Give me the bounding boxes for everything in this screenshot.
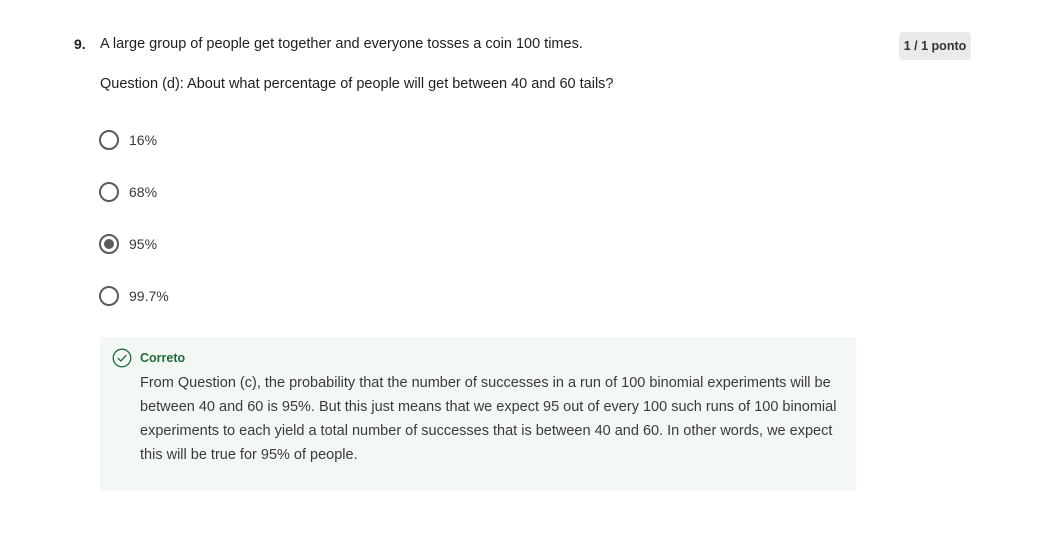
option-99-7[interactable]: 99.7% xyxy=(99,285,169,307)
radio-dot xyxy=(104,239,114,249)
radio-button[interactable] xyxy=(99,130,119,150)
answer-options: 16% 68% 95% 99.7% xyxy=(99,129,169,337)
score-badge: 1 / 1 ponto xyxy=(899,32,971,60)
feedback-panel: Correto From Question (c), the probabili… xyxy=(100,337,856,491)
option-label: 95% xyxy=(129,236,158,252)
feedback-explanation: From Question (c), the probability that … xyxy=(140,375,837,463)
radio-button[interactable] xyxy=(99,182,119,202)
check-circle-icon xyxy=(112,348,132,368)
feedback-status: Correto xyxy=(140,351,186,365)
option-label: 68% xyxy=(129,184,158,200)
option-95[interactable]: 95% xyxy=(99,233,169,255)
option-label: 16% xyxy=(129,132,158,148)
radio-button[interactable] xyxy=(99,234,119,254)
question-subquestion: Question (d): About what percentage of p… xyxy=(100,76,614,92)
quiz-question-page: 9. A large group of people get together … xyxy=(0,0,1049,554)
option-68[interactable]: 68% xyxy=(99,181,169,203)
feedback-header: Correto xyxy=(112,348,836,368)
option-16[interactable]: 16% xyxy=(99,129,169,151)
question-number: 9. xyxy=(74,36,86,52)
question-prompt: A large group of people get together and… xyxy=(100,36,583,52)
option-label: 99.7% xyxy=(129,288,169,304)
radio-button[interactable] xyxy=(99,286,119,306)
